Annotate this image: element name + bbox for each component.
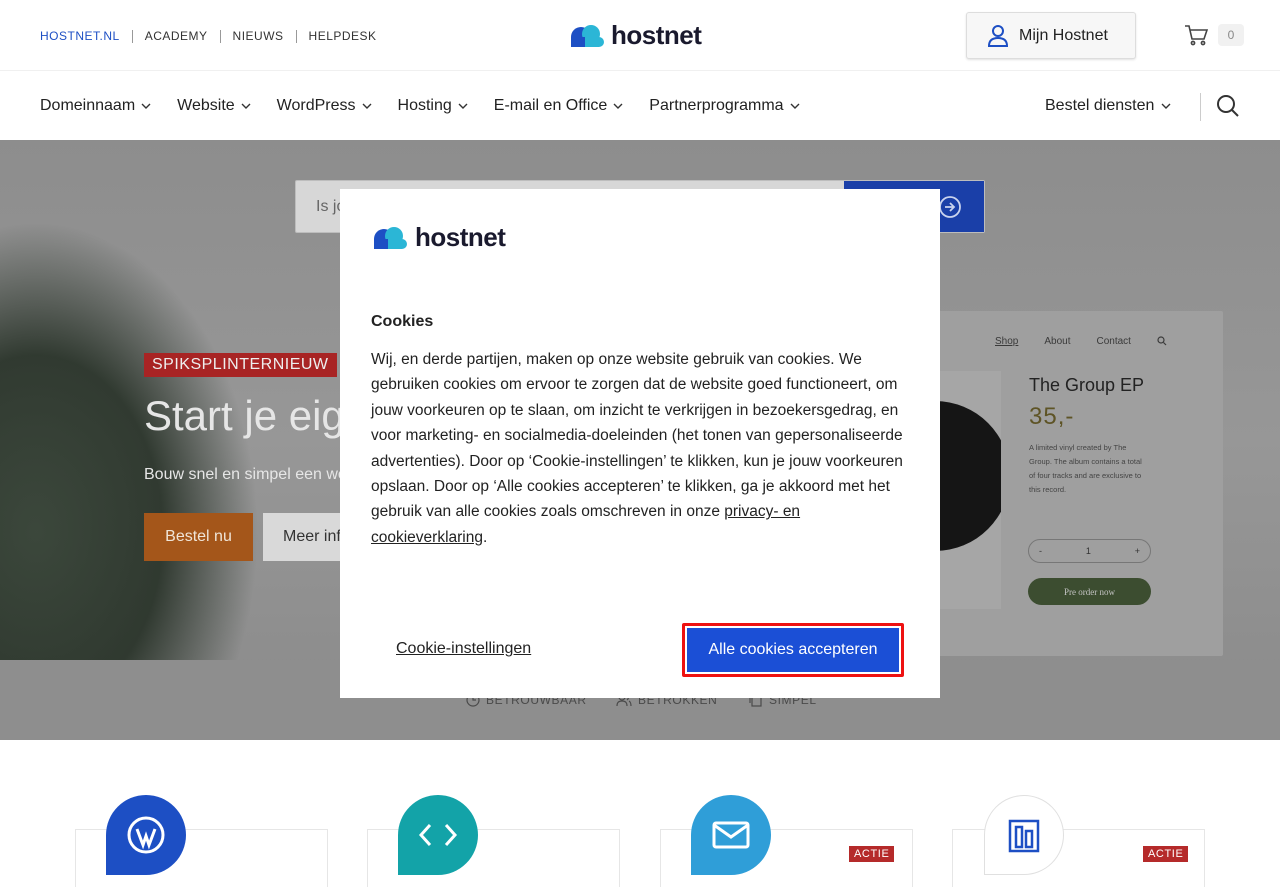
- accept-highlight: Alle cookies accepteren: [682, 623, 904, 677]
- cookie-settings-link[interactable]: Cookie-instellingen: [396, 640, 531, 658]
- code-icon: [398, 795, 478, 875]
- shop-nav-about: About: [1044, 336, 1071, 347]
- cloud-logo-icon: [374, 226, 407, 249]
- dialog-title: Cookies: [371, 313, 434, 330]
- order-services-menu[interactable]: Bestel diensten: [1045, 97, 1171, 115]
- mijn-hostnet-label: Mijn Hostnet: [1019, 26, 1108, 44]
- chevron-down-icon: [613, 103, 623, 109]
- nav-label: E-mail en Office: [493, 97, 608, 114]
- mail-icon: [691, 795, 771, 875]
- shop-nav: Shop About Contact: [995, 336, 1167, 347]
- cookie-dialog: hostnet Cookies Wij, en derde partijen, …: [340, 189, 940, 698]
- arrow-right-circle-icon: [939, 195, 961, 218]
- mijn-hostnet-button[interactable]: Mijn Hostnet: [966, 12, 1136, 59]
- preorder-button: Pre order now: [1028, 578, 1151, 605]
- chevron-down-icon: [241, 103, 251, 109]
- dialog-body-text: Wij, en derde partijen, maken op onze we…: [371, 351, 903, 521]
- nav-item-email-office[interactable]: E-mail en Office: [494, 97, 624, 115]
- shop-nav-shop: Shop: [995, 336, 1019, 347]
- site-logo[interactable]: hostnet: [569, 20, 702, 51]
- main-nav: Domeinnaam Website WordPress Hosting E-m…: [0, 70, 1280, 140]
- nav-item-website[interactable]: Website: [177, 97, 251, 115]
- product-description: A limited vinyl created by The Group. Th…: [1029, 443, 1142, 494]
- hero-title: Start je eig: [144, 392, 345, 439]
- user-icon: [987, 24, 1009, 47]
- nav-label: Website: [177, 97, 235, 114]
- top-link-nieuws[interactable]: NIEUWS: [219, 30, 296, 43]
- new-badge: SPIKSPLINTERNIEUW: [144, 353, 337, 377]
- nav-item-hosting[interactable]: Hosting: [398, 97, 468, 115]
- accept-all-cookies-button[interactable]: Alle cookies accepteren: [687, 628, 899, 672]
- chevron-down-icon: [790, 103, 800, 109]
- top-link-helpdesk[interactable]: HELPDESK: [295, 30, 389, 43]
- search-icon[interactable]: [1216, 94, 1240, 118]
- top-link-academy[interactable]: ACADEMY: [131, 30, 220, 43]
- cloud-logo-icon: [571, 24, 604, 47]
- nav-divider: [1200, 93, 1201, 121]
- nav-item-partnerprogramma[interactable]: Partnerprogramma: [649, 97, 800, 115]
- dialog-body-end: .: [483, 528, 488, 546]
- wordpress-icon: [106, 795, 186, 875]
- top-link-hostnet[interactable]: HOSTNET.NL: [40, 30, 132, 43]
- chevron-down-icon: [362, 103, 372, 109]
- chevron-down-icon: [1161, 103, 1171, 109]
- search-icon: [1157, 336, 1167, 346]
- cart-count: 0: [1218, 24, 1244, 46]
- chevron-down-icon: [458, 103, 468, 109]
- dialog-logo: hostnet: [371, 222, 506, 253]
- nav-label: WordPress: [276, 97, 356, 114]
- order-services-label: Bestel diensten: [1045, 97, 1155, 114]
- nav-label: Hosting: [397, 97, 452, 114]
- actie-badge: ACTIE: [1143, 846, 1189, 862]
- quantity-stepper: - 1 +: [1028, 539, 1151, 563]
- cart-icon: [1185, 25, 1208, 46]
- qty-value: 1: [1085, 546, 1091, 556]
- logo-text: hostnet: [611, 20, 702, 50]
- product-title: The Group EP: [1029, 375, 1145, 395]
- nav-item-wordpress[interactable]: WordPress: [277, 97, 372, 115]
- top-bar: HOSTNET.NL ACADEMY NIEUWS HELPDESK hostn…: [0, 0, 1280, 70]
- top-links: HOSTNET.NL ACADEMY NIEUWS HELPDESK: [40, 30, 389, 43]
- nav-label: Domeinnaam: [40, 97, 136, 114]
- qty-minus: -: [1039, 546, 1042, 556]
- product-price: 35,-: [1029, 403, 1075, 430]
- chevron-down-icon: [141, 103, 151, 109]
- nav-label: Partnerprogramma: [649, 97, 784, 114]
- nav-item-domeinnaam[interactable]: Domeinnaam: [40, 97, 151, 115]
- dialog-body: Wij, en derde partijen, maken op onze we…: [371, 347, 906, 550]
- actie-badge: ACTIE: [849, 846, 895, 862]
- hero-subtitle: Bouw snel en simpel een we: [144, 466, 347, 483]
- shop-nav-contact: Contact: [1096, 336, 1131, 347]
- qty-plus: +: [1134, 546, 1140, 556]
- order-now-button[interactable]: Bestel nu: [144, 513, 253, 561]
- cart-button[interactable]: 0: [1184, 24, 1244, 46]
- dialog-logo-text: hostnet: [415, 222, 506, 252]
- office-tools-icon: [984, 795, 1064, 875]
